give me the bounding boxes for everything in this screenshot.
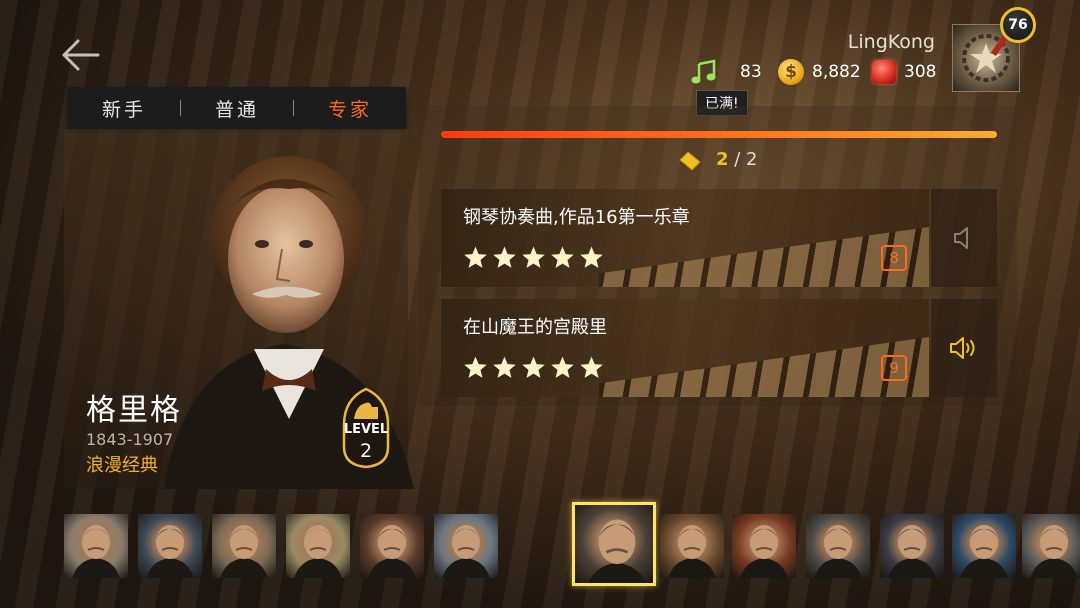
composer-thumbnail[interactable] (138, 514, 202, 578)
composer-face-icon (888, 525, 936, 578)
notes-value: 83 (740, 62, 762, 82)
composer-face-icon (72, 525, 120, 578)
composer-thumbnail[interactable] (64, 514, 128, 578)
star-icon (522, 246, 545, 268)
composer-face-icon (294, 525, 342, 578)
ticket-current: 2 (716, 149, 729, 170)
music-note-icon (691, 59, 716, 84)
tab-normal[interactable]: 普通 (181, 95, 293, 122)
speaker-icon (954, 227, 968, 249)
composer-style: 浪漫经典 (86, 455, 158, 476)
composer-face-icon (1030, 525, 1078, 578)
composer-face-icon (368, 525, 416, 578)
composer-face-icon (442, 525, 490, 578)
composer-thumbnail[interactable] (660, 514, 724, 578)
gems-counter: 308 (872, 58, 936, 86)
star-icon (522, 356, 545, 378)
composer-face-icon (960, 525, 1008, 578)
star-icon (580, 356, 603, 378)
song-row[interactable]: 钢琴协奏曲,作品16第一乐章 8 (441, 189, 929, 287)
composer-face-icon (587, 519, 647, 583)
composer-thumbnail[interactable] (952, 514, 1016, 578)
tab-expert[interactable]: 专家 (294, 95, 406, 122)
song-score-badge: 9 (881, 355, 907, 381)
composer-face-icon (814, 525, 862, 578)
star-icon (464, 246, 487, 268)
ticket-icon (679, 151, 701, 171)
star-icon (493, 356, 516, 378)
song-score-badge: 8 (881, 245, 907, 271)
composer-thumbnail-selected[interactable] (572, 502, 656, 586)
composer-thumbnail[interactable] (286, 514, 350, 578)
back-arrow-icon[interactable] (60, 38, 100, 72)
coins-counter: $ 8,882 (778, 58, 861, 86)
composer-thumbnail[interactable] (360, 514, 424, 578)
gems-value: 308 (904, 62, 937, 82)
preview-speaker-button[interactable] (931, 299, 997, 397)
composer-face-icon (740, 525, 788, 578)
composer-thumbnail[interactable] (732, 514, 796, 578)
star-icon (580, 246, 603, 268)
song-title: 钢琴协奏曲,作品16第一乐章 (463, 207, 690, 228)
composer-thumbnail[interactable] (212, 514, 276, 578)
composer-face-icon (220, 525, 268, 578)
coins-value: 8,882 (812, 62, 861, 82)
progress-bar (441, 131, 997, 138)
piano-keys-decoration (599, 337, 929, 397)
ticket-total: 2 (746, 149, 758, 170)
composer-thumbnail[interactable] (880, 514, 944, 578)
piano-keys-decoration (599, 227, 929, 287)
preview-speaker-button[interactable] (931, 189, 997, 287)
song-stars (463, 245, 604, 270)
player-level-badge: 76 (1000, 7, 1036, 43)
composer-level-label: LEVEL (343, 422, 389, 437)
ruby-gem-icon (872, 60, 896, 84)
composer-name: 格里格 (86, 393, 182, 428)
notes-counter: 83 (690, 58, 762, 86)
composer-level-value: 2 (359, 440, 373, 462)
composer-thumbnail[interactable] (1022, 514, 1080, 578)
tab-beginner[interactable]: 新手 (68, 95, 180, 122)
song-row[interactable]: 在山魔王的宫殿里 9 (441, 299, 929, 397)
composer-thumbnail[interactable] (806, 514, 870, 578)
star-icon (493, 246, 516, 268)
difficulty-tabs: 新手 普通 专家 (68, 87, 406, 129)
coin-icon: $ (778, 59, 804, 85)
speaker-playing-icon (950, 337, 975, 359)
ticket-count: 2 / 2 (716, 149, 758, 170)
user-name: LingKong (847, 31, 935, 53)
star-icon (551, 246, 574, 268)
star-icon (551, 356, 574, 378)
star-icon (464, 356, 487, 378)
composer-thumbnail[interactable] (434, 514, 498, 578)
composer-face-icon (668, 525, 716, 578)
song-title: 在山魔王的宫殿里 (463, 317, 607, 338)
song-stars (463, 355, 604, 380)
composer-face-icon (146, 525, 194, 578)
composer-years: 1843-1907 (86, 430, 174, 449)
ticket-separator: / (728, 149, 747, 170)
